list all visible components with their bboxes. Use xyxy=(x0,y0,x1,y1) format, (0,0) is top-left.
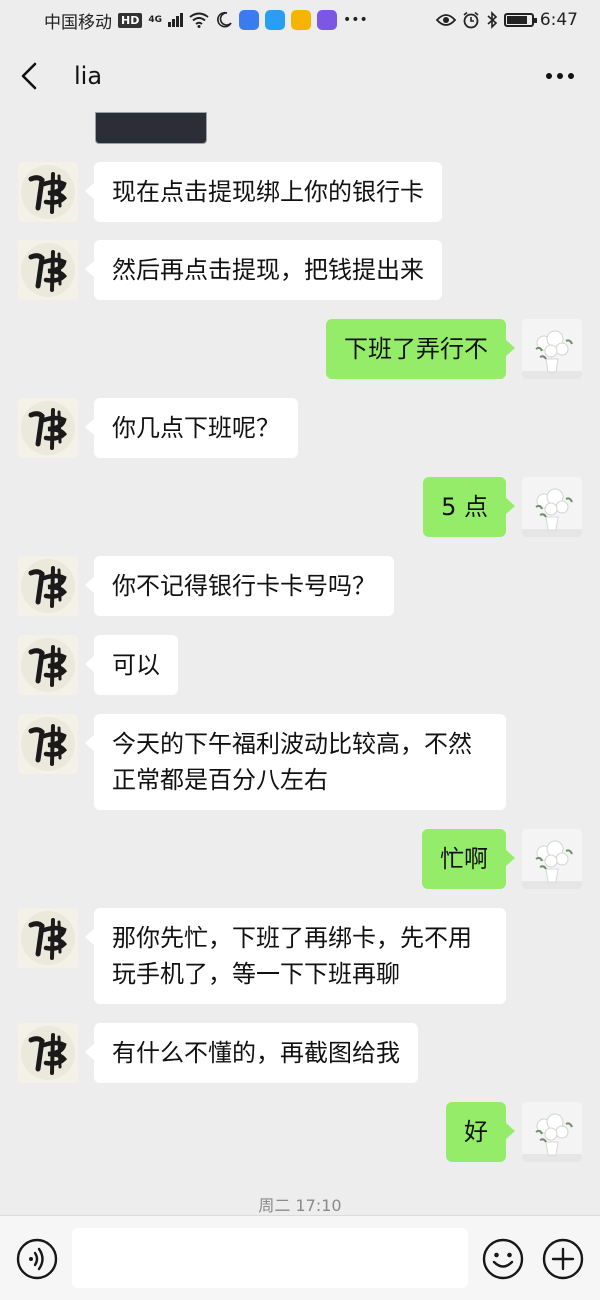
message-bubble[interactable]: 今天的下午福利波动比较高，不然正常都是百分八左右 xyxy=(85,714,506,810)
flower-vase-avatar-image xyxy=(522,319,582,379)
flower-vase-avatar-image xyxy=(522,477,582,537)
more-notifications-icon: ••• xyxy=(343,12,368,28)
input-bar xyxy=(0,1215,600,1300)
chat-title: lia xyxy=(74,62,103,90)
wifi-icon xyxy=(189,12,209,28)
message-bubble[interactable]: 忙啊 xyxy=(422,829,515,889)
contact-avatar[interactable] xyxy=(18,635,78,695)
clock-time: 6:47 xyxy=(539,10,578,30)
contact-avatar[interactable] xyxy=(18,240,78,300)
more-functions-button[interactable] xyxy=(542,1238,584,1280)
message-bubble[interactable]: 可以 xyxy=(85,635,178,695)
voice-input-button[interactable] xyxy=(16,1238,58,1280)
message-bubble[interactable]: 你几点下班呢？ xyxy=(85,398,298,458)
flower-vase-avatar-image xyxy=(522,1102,582,1162)
calligraphy-avatar-image xyxy=(18,240,78,300)
calligraphy-avatar-image xyxy=(18,635,78,695)
back-button[interactable] xyxy=(20,56,52,96)
more-options-button[interactable] xyxy=(540,56,580,96)
status-bar: 中国移动 HD 4G ••• 6:47 xyxy=(0,0,600,40)
chevron-left-icon xyxy=(21,62,37,90)
calligraphy-avatar-image xyxy=(18,1023,78,1083)
contact-avatar[interactable] xyxy=(18,398,78,458)
calligraphy-avatar-image xyxy=(18,162,78,222)
self-avatar[interactable] xyxy=(522,477,582,537)
message-bubble[interactable]: 好 xyxy=(446,1102,515,1162)
self-avatar[interactable] xyxy=(522,829,582,889)
message-bubble[interactable]: 那你先忙，下班了再绑卡，先不用玩手机了，等一下下班再聊 xyxy=(85,908,506,1004)
moon-icon xyxy=(217,11,232,28)
chat-header: lia xyxy=(0,40,600,112)
hd-badge: HD xyxy=(118,12,143,28)
flower-vase-avatar-image xyxy=(522,829,582,889)
contact-avatar[interactable] xyxy=(18,714,78,774)
message-bubble[interactable]: 下班了弄行不 xyxy=(326,319,515,379)
battery-icon xyxy=(503,13,537,27)
app-notification-icon xyxy=(239,10,259,30)
eye-icon xyxy=(435,14,456,26)
network-type: 4G xyxy=(148,14,162,25)
signal-icon xyxy=(168,13,183,27)
image-message-thumbnail[interactable] xyxy=(95,112,207,144)
alarm-icon xyxy=(463,11,479,29)
emoji-icon xyxy=(482,1238,524,1280)
calligraphy-avatar-image xyxy=(18,714,78,774)
carrier-name: 中国移动 xyxy=(44,12,112,33)
message-bubble[interactable]: 你不记得银行卡卡号吗？ xyxy=(85,556,394,616)
contact-avatar[interactable] xyxy=(18,908,78,968)
calligraphy-avatar-image xyxy=(18,556,78,616)
contact-avatar[interactable] xyxy=(18,1023,78,1083)
contact-avatar[interactable] xyxy=(18,162,78,222)
app-notification-icon xyxy=(265,10,285,30)
calligraphy-avatar-image xyxy=(18,908,78,968)
plus-icon xyxy=(542,1238,584,1280)
self-avatar[interactable] xyxy=(522,319,582,379)
more-dots-icon xyxy=(546,73,574,79)
contact-avatar[interactable] xyxy=(18,556,78,616)
app-notification-icon xyxy=(291,10,311,30)
bluetooth-icon xyxy=(487,11,497,29)
message-bubble[interactable]: 然后再点击提现，把钱提出来 xyxy=(85,240,442,300)
app-notification-icon xyxy=(317,10,337,30)
message-input[interactable] xyxy=(72,1228,468,1288)
emoji-button[interactable] xyxy=(482,1238,524,1280)
message-bubble[interactable]: 有什么不懂的，再截图给我 xyxy=(85,1023,418,1083)
message-bubble[interactable]: 现在点击提现绑上你的银行卡 xyxy=(85,162,442,222)
self-avatar[interactable] xyxy=(522,1102,582,1162)
calligraphy-avatar-image xyxy=(18,398,78,458)
message-bubble[interactable]: 5 点 xyxy=(423,477,515,537)
message-timestamp: 周二 17:10 xyxy=(258,1196,342,1215)
voice-icon xyxy=(16,1238,58,1280)
